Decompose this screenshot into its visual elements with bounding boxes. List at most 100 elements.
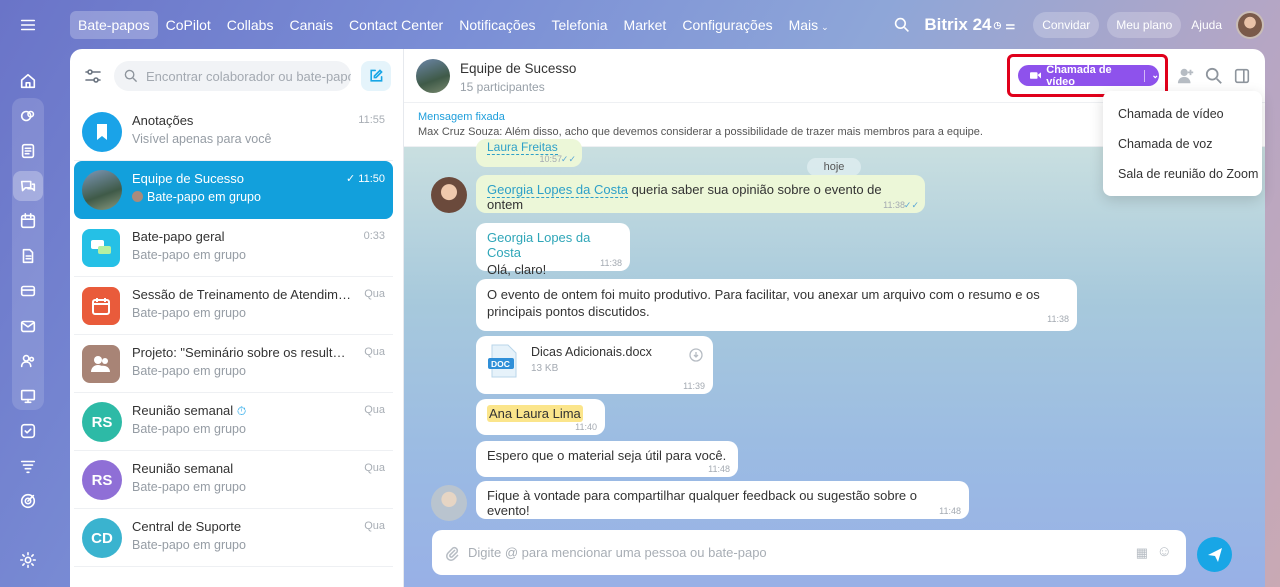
message-time: 11:38 [1047, 314, 1069, 324]
filter-icon[interactable] [82, 65, 104, 87]
nav-mais[interactable]: Mais ⌄ [781, 11, 837, 39]
chat-subtitle: Bate-papo em grupo [132, 190, 261, 204]
chat-name: Equipe de Sucesso [132, 171, 245, 186]
chat-item-sessao-treinamento[interactable]: Sessão de Treinamento de Atendiment... B… [74, 277, 393, 335]
message-bubble: Laura Freitas 10:57 ✓✓ [476, 139, 582, 167]
send-icon [1207, 547, 1222, 562]
nav-notificacoes[interactable]: Notificações [451, 11, 543, 39]
message-author[interactable]: Georgia Lopes da Costa [487, 230, 619, 260]
chat-icon[interactable] [13, 171, 43, 201]
video-call-button[interactable]: Chamada de vídeo ⌄ [1018, 64, 1159, 88]
mention-chip[interactable]: Ana Laura Lima [487, 405, 583, 422]
file-message[interactable]: DOC Dicas Adicionais.docx 13 KB 11:39 [476, 336, 713, 394]
nav-collabs[interactable]: Collabs [219, 11, 282, 39]
search-placeholder: Encontrar colaborador ou bate-papo [146, 68, 351, 84]
goals-icon[interactable] [13, 486, 43, 516]
message-text: Fique à vontade para compartilhar qualqu… [487, 488, 918, 518]
nav-configuracoes[interactable]: Configurações [674, 11, 780, 39]
menu-item-zoom-room[interactable]: Sala de reunião do Zoom [1103, 159, 1262, 189]
nav-copilot[interactable]: CoPilot [158, 11, 219, 39]
brand-number: 24 [972, 15, 992, 34]
chat-list-header: Encontrar colaborador ou bate-papo [70, 49, 403, 103]
chat-item-projeto-seminario[interactable]: Projeto: "Seminário sobre os resultado..… [74, 335, 393, 393]
participants-count[interactable]: 15 participantes [460, 80, 545, 94]
message-bubble: Ana Laura Lima 11:40 [476, 399, 605, 435]
home-icon[interactable] [13, 66, 43, 96]
brand-logo[interactable]: Bitrix 24 ◷ ⚌ [924, 15, 1015, 35]
chat-item-central-de-suporte[interactable]: CD Central de Suporte Bate-papo em grupo… [74, 509, 393, 567]
nav-telefonia[interactable]: Telefonia [543, 11, 615, 39]
attach-icon[interactable] [444, 545, 460, 561]
chat-name: Reunião semanal [132, 461, 234, 476]
documents-icon[interactable] [13, 241, 43, 271]
nav-canais[interactable]: Canais [281, 11, 341, 39]
nav-contact-center[interactable]: Contact Center [341, 11, 451, 39]
tasks-icon[interactable] [13, 416, 43, 446]
chevron-down-icon[interactable]: ⌄ [1151, 70, 1159, 81]
chat-search-input[interactable]: Encontrar colaborador ou bate-papo [114, 61, 351, 91]
chat-item-reuniao-semanal-1[interactable]: RS Reunião semanal ⏱ Bate-papo em grupo … [74, 393, 393, 451]
chat-item-reuniao-semanal-2[interactable]: RS Reunião semanal Bate-papo em grupo Qu… [74, 451, 393, 509]
search-icon[interactable] [894, 17, 910, 33]
user-avatar[interactable] [1236, 11, 1264, 39]
settings-gear-icon[interactable] [13, 545, 43, 575]
smiley-icon[interactable]: ☺ [1157, 543, 1172, 560]
chat-time: Qua [364, 520, 385, 532]
feed-icon[interactable] [13, 136, 43, 166]
nav-market[interactable]: Market [616, 11, 675, 39]
menu-icon[interactable] [13, 10, 43, 40]
checkmark-icon: ✓ [346, 173, 359, 185]
calendar-icon[interactable] [13, 206, 43, 236]
employees-icon[interactable] [13, 346, 43, 376]
search-icon[interactable] [1205, 67, 1223, 85]
collab-icon[interactable] [13, 101, 43, 131]
top-right-bar: Bitrix 24 ◷ ⚌ Convidar Meu plano Ajuda [894, 10, 1264, 40]
group-avatar[interactable] [416, 59, 450, 93]
settings-sliders-icon[interactable]: ⚌ [1005, 19, 1015, 32]
my-plan-button[interactable]: Meu plano [1107, 12, 1182, 38]
message-bubble: O evento de ontem foi muito produtivo. P… [476, 279, 1077, 331]
filter-funnel-icon[interactable] [13, 451, 43, 481]
file-name[interactable]: Dicas Adicionais.docx [531, 345, 652, 359]
chat-subtitle: Bate-papo em grupo [132, 306, 246, 320]
mail-icon[interactable] [13, 311, 43, 341]
send-button[interactable] [1197, 537, 1232, 572]
chat-item-anotacoes[interactable]: Anotações Visível apenas para você 11:55 [74, 103, 393, 161]
chat-name: Central de Suporte [132, 519, 242, 534]
sender-avatar[interactable] [431, 485, 467, 521]
invite-button[interactable]: Convidar [1033, 12, 1100, 38]
chat-item-equipe-de-sucesso[interactable]: Equipe de Sucesso Bate-papo em grupo ✓ 1… [74, 161, 393, 219]
chat-item-bate-papo-geral[interactable]: Bate-papo geral Bate-papo em grupo 0:33 [74, 219, 393, 277]
grid-apps-icon[interactable]: ▦ [1136, 545, 1148, 561]
add-user-icon[interactable] [1177, 67, 1195, 85]
chat-time: Qua [364, 346, 385, 358]
chat-subtitle: Bate-papo em grupo [132, 248, 246, 262]
download-icon[interactable] [689, 348, 703, 362]
chat-time-text: 11:50 [358, 173, 385, 185]
sites-icon[interactable] [13, 381, 43, 411]
message-input[interactable]: Digite @ para mencionar uma pessoa ou ba… [432, 530, 1186, 575]
chat-title[interactable]: Equipe de Sucesso [460, 61, 576, 76]
message-time: 11:48 [939, 506, 961, 516]
new-chat-button[interactable] [361, 61, 391, 91]
chat-subtitle: Bate-papo em grupo [132, 422, 246, 436]
sender-avatar[interactable] [431, 177, 467, 213]
help-button[interactable]: Ajuda [1191, 18, 1222, 32]
mention-link[interactable]: Georgia Lopes da Costa [487, 182, 628, 198]
mini-avatar [132, 191, 143, 202]
pinned-author: Max Cruz Souza: [418, 126, 503, 138]
message-bubble: Fique à vontade para compartilhar qualqu… [476, 481, 969, 519]
top-navigation: Bate-papos CoPilot Collabs Canais Contac… [70, 10, 837, 40]
menu-item-voice-call[interactable]: Chamada de voz [1103, 129, 1262, 159]
read-checks-icon: ✓✓ [560, 154, 576, 164]
input-placeholder: Digite @ para mencionar uma pessoa ou ba… [468, 545, 767, 560]
chat-name: Reunião semanal ⏱ [132, 403, 352, 419]
nav-bate-papos[interactable]: Bate-papos [70, 11, 158, 39]
call-options-dropdown: Chamada de vídeo Chamada de voz Sala de … [1103, 91, 1262, 196]
sidebar-panel-icon[interactable] [1233, 67, 1251, 85]
crm-icon[interactable] [13, 276, 43, 306]
mention-link[interactable]: Laura Freitas [487, 140, 558, 155]
message-area: Laura Freitas 10:57 ✓✓ hoje Georgia Lope… [404, 139, 1265, 587]
message-text: O evento de ontem foi muito produtivo. P… [487, 287, 1040, 319]
menu-item-video-call[interactable]: Chamada de vídeo [1103, 99, 1262, 129]
